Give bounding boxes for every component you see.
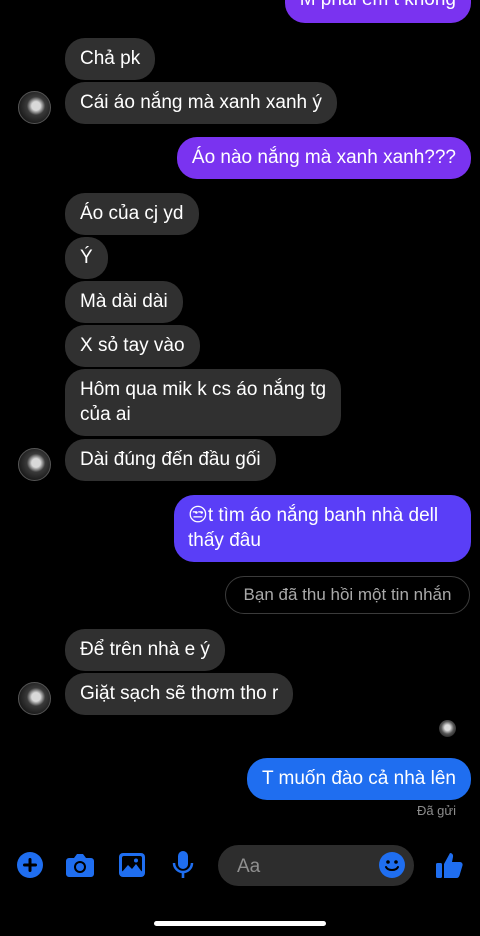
message-text: T muốn đào cả nhà lên: [261, 768, 456, 789]
message-text: Cái áo nắng mà xanh xanh ý: [80, 92, 322, 113]
incoming-message[interactable]: Ý: [65, 237, 108, 279]
composer-bar: [0, 840, 480, 894]
incoming-message[interactable]: Áo của cj yd: [65, 193, 199, 235]
message-text: Áo của cj yd: [80, 203, 184, 224]
like-icon: [436, 853, 463, 878]
message-text: Hôm qua mik k cs áo nắng tg: [80, 379, 327, 400]
recall-text: Bạn đã thu hồi một tin nhắn: [243, 585, 452, 604]
incoming-message[interactable]: Dài đúng đến đầu gối: [65, 439, 276, 481]
plus-button[interactable]: [13, 848, 47, 882]
message-text: Để trên nhà e ý: [80, 639, 210, 660]
message-text: Áo nào nắng mà xanh xanh???: [191, 147, 456, 168]
incoming-message[interactable]: Cái áo nắng mà xanh xanh ý: [65, 82, 337, 124]
plus-icon: [17, 852, 43, 878]
message-input[interactable]: [235, 845, 379, 888]
delivery-status: Đã gửi: [416, 803, 456, 818]
outgoing-message[interactable]: Áo nào nắng mà xanh xanh???: [176, 137, 471, 179]
emoji-icon[interactable]: [378, 851, 406, 879]
image-icon: [119, 853, 145, 877]
unamused-emoji: 😒: [188, 505, 208, 526]
message-text: Chả pk: [80, 48, 141, 69]
contact-avatar[interactable]: [18, 448, 51, 481]
outgoing-message[interactable]: 😒t tìm áo nắng banh nhà dell thấy đâu: [174, 495, 471, 562]
message-input-field[interactable]: [218, 845, 414, 888]
message-text: của ai: [80, 404, 131, 425]
gallery-button[interactable]: [115, 848, 149, 882]
message-text: Mà dài dài: [80, 291, 168, 312]
camera-icon: [66, 854, 94, 877]
incoming-message[interactable]: X sỏ tay vào: [65, 325, 200, 367]
message-text: X sỏ tay vào: [80, 335, 185, 356]
outgoing-message[interactable]: T muốn đào cả nhà lên: [246, 758, 471, 800]
contact-avatar[interactable]: [18, 91, 51, 124]
recalled-message-notice: Bạn đã thu hồi một tin nhắn: [225, 576, 470, 614]
mic-button[interactable]: [166, 848, 200, 882]
message-text: Ý: [80, 247, 93, 268]
like-button[interactable]: [432, 848, 466, 882]
incoming-message[interactable]: Giặt sạch sẽ thơm tho r: [65, 673, 294, 715]
seen-avatar: [439, 720, 456, 737]
camera-button[interactable]: [63, 848, 97, 882]
mic-icon: [172, 851, 194, 878]
message-text: thấy đâu: [188, 530, 261, 551]
message-text: Giặt sạch sẽ thơm tho r: [80, 683, 279, 704]
incoming-message[interactable]: Mà dài dài: [65, 281, 183, 323]
message-text: t tìm áo nắng banh nhà dell: [207, 505, 439, 526]
incoming-message[interactable]: Chả pk: [65, 38, 156, 80]
message-text: M phải em t không: [300, 0, 456, 10]
home-indicator[interactable]: [154, 921, 326, 926]
contact-avatar[interactable]: [18, 682, 51, 715]
message-text: Dài đúng đến đầu gối: [80, 449, 261, 470]
incoming-message[interactable]: Để trên nhà e ý: [65, 629, 225, 671]
incoming-message[interactable]: Hôm qua mik k cs áo nắng tg của ai: [65, 369, 342, 436]
outgoing-message[interactable]: M phải em t không: [284, 0, 471, 23]
